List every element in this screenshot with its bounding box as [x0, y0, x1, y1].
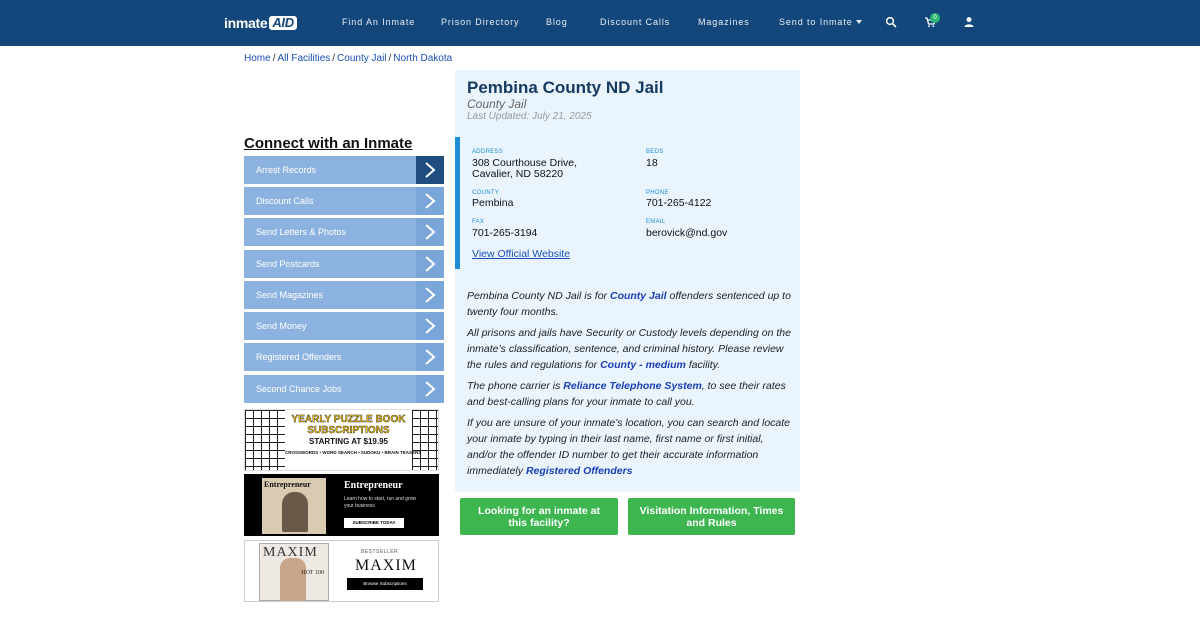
info-accent-bar	[455, 137, 460, 269]
logo-suffix: AID	[269, 16, 297, 30]
county-value: Pembina	[472, 197, 514, 209]
beds-value: 18	[646, 157, 658, 169]
browse-subscriptions-button[interactable]: Browse Subscriptions	[347, 578, 423, 590]
sidebar-item-second-chance-jobs[interactable]: Second Chance Jobs	[244, 375, 444, 403]
breadcrumb-county-jail[interactable]: County Jail	[337, 53, 386, 64]
sidebar-item-label: Send Magazines	[256, 290, 324, 300]
sidebar-item-send-letters-photos[interactable]: Send Letters & Photos	[244, 218, 444, 246]
last-updated: Last Updated: July 21, 2025	[467, 111, 592, 122]
find-inmate-button[interactable]: Looking for an inmate at this facility?	[460, 498, 618, 535]
nav-discount-calls[interactable]: Discount Calls	[600, 17, 670, 27]
sidebar-item-label: Send Money	[256, 321, 307, 331]
county-label: COUNTY	[472, 190, 500, 196]
description-text: Pembina County ND Jail is for	[467, 290, 610, 302]
nav-find-inmate[interactable]: Find An Inmate	[342, 17, 415, 27]
crossword-grid-graphic	[412, 410, 438, 470]
fax-label: FAX	[472, 219, 485, 225]
description-paragraph-2: All prisons and jails have Security or C…	[467, 325, 793, 373]
cart-count-badge: 0	[930, 13, 940, 23]
search-icon[interactable]	[885, 16, 897, 28]
sidebar-item-label: Send Letters & Photos	[256, 227, 347, 237]
entrepreneur-ad[interactable]: Entrepreneur Entrepreneur Learn how to s…	[244, 474, 439, 536]
facility-type: County Jail	[467, 97, 527, 111]
chevron-right-icon	[416, 281, 444, 309]
visitation-info-button[interactable]: Visitation Information, Times and Rules	[628, 498, 795, 535]
sidebar-title: Connect with an Inmate	[244, 135, 413, 152]
email-value: berovick@nd.gov	[646, 227, 728, 239]
address-label: ADDRESS	[472, 149, 504, 155]
chevron-right-icon	[416, 312, 444, 340]
address-line2: Cavalier, ND 58220	[472, 168, 564, 180]
phone-value: 701-265-4122	[646, 197, 712, 209]
official-website-link[interactable]: View Official Website	[472, 248, 570, 260]
chevron-right-icon	[416, 187, 444, 215]
phone-carrier-link[interactable]: Reliance Telephone System	[563, 380, 702, 392]
sidebar-item-label: Discount Calls	[256, 196, 314, 206]
sidebar-item-label: Send Postcards	[256, 259, 320, 269]
breadcrumb: Home / All Facilities / County Jail / North Da…	[244, 53, 453, 64]
ad-headline: YEARLY PUZZLE BOOK SUBSCRIPTIONS	[291, 414, 406, 436]
breadcrumb-north-dakota[interactable]: North Dakota	[393, 53, 452, 64]
chevron-right-icon	[416, 375, 444, 403]
magazine-cover-image: Entrepreneur	[262, 478, 326, 534]
logo-text: inmate	[224, 15, 268, 31]
nav-prison-directory[interactable]: Prison Directory	[441, 17, 519, 27]
breadcrumb-all-facilities[interactable]: All Facilities	[277, 53, 330, 64]
ad-masthead: MAXIM	[355, 557, 417, 574]
description-text: The phone carrier is	[467, 380, 564, 392]
cover-text: HOT 100	[301, 570, 324, 576]
facility-name: Pembina County ND Jail	[467, 78, 664, 97]
email-label: EMAIL	[646, 219, 666, 225]
sidebar-item-label: Second Chance Jobs	[256, 384, 342, 394]
ad-tagline: Learn how to start, run and grow your bu…	[344, 496, 416, 509]
description-text: facility.	[685, 359, 721, 371]
nav-send-to-inmate[interactable]: Send to Inmate	[779, 17, 862, 27]
nav-send-to-inmate-label: Send to Inmate	[779, 17, 853, 27]
user-icon[interactable]	[963, 16, 975, 28]
county-jail-link[interactable]: County Jail	[610, 290, 667, 302]
logo[interactable]: inmate AID	[224, 15, 297, 31]
ad-masthead: Entrepreneur	[344, 480, 403, 491]
beds-label: BEDS	[646, 149, 664, 155]
sidebar-item-send-money[interactable]: Send Money	[244, 312, 444, 340]
cover-photo	[282, 492, 308, 532]
subscribe-button[interactable]: SUBSCRIBE TODAY	[344, 518, 404, 528]
cover-photo	[280, 558, 306, 601]
sidebar-item-label: Arrest Records	[256, 165, 317, 175]
ad-tagline: CROSSWORDS • WORD SEARCH • SUDOKU • BRAI…	[285, 450, 422, 455]
fax-value: 701-265-3194	[472, 227, 538, 239]
maxim-ad[interactable]: MAXIM HOT 100 BESTSELLER MAXIM Browse Su…	[244, 540, 439, 602]
chevron-right-icon	[416, 343, 444, 371]
description-paragraph-4: If you are unsure of your inmate's locat…	[467, 415, 793, 479]
description-paragraph-3: The phone carrier is Reliance Telephone …	[467, 378, 793, 410]
nav-blog[interactable]: Blog	[546, 17, 568, 27]
chevron-down-icon	[855, 20, 862, 24]
cover-masthead: Entrepreneur	[264, 480, 311, 489]
sidebar-item-registered-offenders[interactable]: Registered Offenders	[244, 343, 444, 371]
puzzle-book-ad[interactable]: YEARLY PUZZLE BOOK SUBSCRIPTIONS STARTIN…	[244, 409, 439, 471]
sidebar-item-send-postcards[interactable]: Send Postcards	[244, 250, 444, 278]
description-paragraph-1: Pembina County ND Jail is for County Jai…	[467, 288, 793, 320]
top-nav: inmate AID Find An Inmate Prison Directo…	[0, 0, 1200, 46]
registered-offenders-link[interactable]: Registered Offenders	[526, 465, 633, 477]
sidebar-item-arrest-records[interactable]: Arrest Records	[244, 156, 444, 184]
nav-magazines[interactable]: Magazines	[698, 17, 750, 27]
security-level-link[interactable]: County - medium	[600, 359, 686, 371]
sidebar-item-send-magazines[interactable]: Send Magazines	[244, 281, 444, 309]
magazine-cover-image: MAXIM HOT 100	[259, 543, 329, 601]
phone-label: PHONE	[646, 190, 669, 196]
chevron-right-icon	[416, 156, 444, 184]
sidebar-item-label: Registered Offenders	[256, 352, 342, 362]
ad-badge: BESTSELLER	[361, 549, 399, 555]
chevron-right-icon	[416, 218, 444, 246]
chevron-right-icon	[416, 250, 444, 278]
breadcrumb-home[interactable]: Home	[244, 53, 271, 64]
crossword-grid-graphic	[245, 410, 285, 470]
sidebar-item-discount-calls[interactable]: Discount Calls	[244, 187, 444, 215]
ad-price: STARTING AT $19.95	[309, 437, 388, 446]
